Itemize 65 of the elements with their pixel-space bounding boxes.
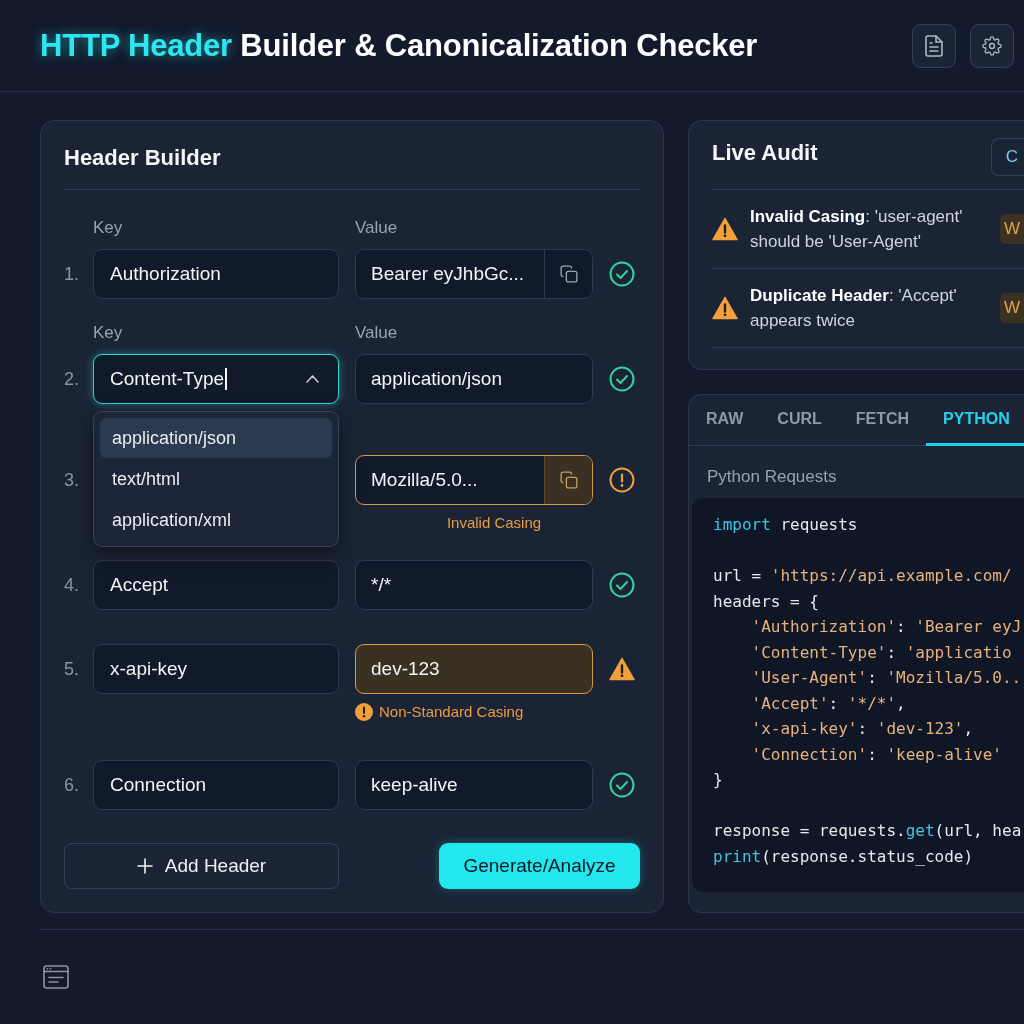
panel-title: Header Builder [64, 144, 221, 172]
panel-title: Live Audit [712, 139, 818, 167]
value-label: Value [355, 322, 399, 344]
key-field[interactable]: Accept [93, 560, 339, 610]
settings-icon [982, 34, 1002, 57]
value-field[interactable]: application/json [355, 354, 593, 404]
copy-icon [559, 471, 578, 489]
app-title: HTTP Header Builder & Canonicalization Checker [40, 27, 758, 64]
dropdown-option[interactable]: text/html [100, 459, 332, 499]
severity-badge: W [999, 214, 1024, 244]
code-line: 'User-Agent': 'Mozilla/5.0.. [750, 667, 1023, 689]
settings-button[interactable] [970, 23, 1014, 68]
exclamation-circle-icon [355, 703, 373, 721]
audit-message: Duplicate Header: 'Accept' appears twice [750, 285, 958, 332]
chevron-icon[interactable] [306, 375, 319, 383]
key-field[interactable]: x-api-key [93, 644, 339, 694]
severity-badge: W [999, 293, 1024, 323]
code-line: headers = { [713, 590, 820, 613]
code-line: 'x-api-key': 'dev-123', [750, 718, 975, 740]
validation-message: Non-Standard Casing [379, 702, 524, 722]
audit-message: Invalid Casing: 'user-agent' should be 'User-Agent' [750, 206, 964, 253]
key-field[interactable]: Content-Type [93, 354, 339, 404]
row-number: 5. [64, 658, 80, 680]
value-field[interactable]: */* [355, 560, 593, 610]
text-cursor [225, 368, 227, 390]
document-icon [924, 34, 944, 57]
generate-button[interactable]: Generate/Analyze [439, 843, 640, 889]
code-tab[interactable]: PYTHON [926, 395, 1024, 446]
value-field[interactable]: Mozilla/5.0... [355, 455, 593, 505]
code-tab[interactable]: FETCH [838, 395, 927, 446]
validation-message: Invalid Casing [446, 513, 542, 533]
dropdown-option[interactable]: application/xml [100, 500, 332, 540]
code-tab[interactable]: CURL [760, 395, 839, 446]
value-label: Value [355, 217, 399, 239]
value-field[interactable]: keep-alive [355, 760, 593, 810]
code-line: import requests [713, 514, 859, 536]
row-number: 3. [64, 469, 80, 491]
row-number: 6. [64, 774, 80, 796]
code-line: print(response.status_code) [713, 845, 975, 868]
key-label: Key [93, 322, 124, 344]
code-line: } [713, 769, 724, 791]
value-field[interactable]: Bearer eyJhbGc... [355, 249, 593, 299]
plus-icon [136, 858, 153, 874]
code-line: 'Content-Type': 'applicatio [750, 641, 1013, 664]
copy-icon [559, 265, 578, 283]
copy-button[interactable] [544, 456, 592, 504]
document-button[interactable] [912, 23, 956, 68]
row-number: 1. [64, 263, 80, 285]
code-line: 'Accept': '*/*', [750, 692, 907, 715]
key-field[interactable]: Connection [93, 760, 339, 810]
code-tab[interactable]: RAW [689, 395, 761, 446]
code-line: url = 'https://api.example.com/ [713, 565, 1013, 587]
row-number: 2. [64, 368, 80, 390]
code-line: response = requests.get(url, hea [713, 820, 1023, 842]
audit-action-button[interactable]: C [990, 138, 1024, 176]
dropdown-option[interactable]: application/json [100, 418, 332, 458]
code-subtitle: Python Requests [707, 466, 837, 488]
key-label: Key [93, 217, 124, 239]
code-line: 'Connection': 'keep-alive' [750, 743, 1003, 766]
code-line: 'Authorization': 'Bearer eyJ [750, 616, 1023, 638]
key-field[interactable]: Authorization [93, 249, 339, 299]
add-header-button[interactable]: Add Header [64, 843, 339, 889]
window-icon[interactable] [43, 965, 69, 989]
value-field[interactable]: dev-123 [355, 644, 593, 694]
row-number: 4. [64, 574, 80, 596]
